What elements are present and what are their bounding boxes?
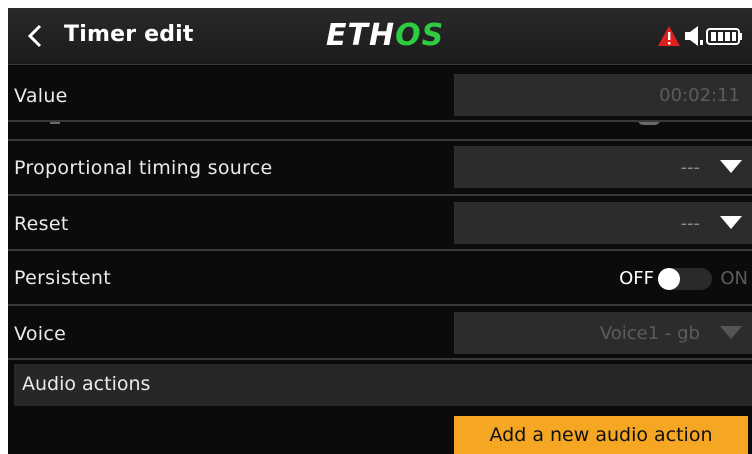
toggle-track[interactable] — [658, 268, 712, 290]
value-label: Value — [14, 85, 68, 107]
screen: Timer edit ETHOS Value 00:02:11 Proporti… — [8, 8, 752, 454]
value-field: 00:02:11 — [454, 74, 752, 116]
reset-row: Reset --- — [8, 202, 752, 246]
voice-label: Voice — [14, 323, 67, 345]
chevron-left-icon — [27, 24, 42, 48]
audio-actions-label: Audio actions — [22, 373, 151, 395]
dropdown-arrow-icon — [720, 216, 742, 229]
ethos-logo: ETHOS — [326, 18, 445, 53]
status-icons — [658, 25, 744, 47]
divider — [8, 358, 752, 360]
page-title: Timer edit — [64, 22, 194, 47]
divider — [8, 249, 752, 251]
battery-icon — [706, 28, 742, 45]
back-button[interactable] — [18, 20, 58, 52]
divider — [8, 120, 752, 122]
value-row: Value 00:02:11 — [8, 74, 752, 118]
header-bar: Timer edit ETHOS — [8, 8, 752, 65]
voice-row: Voice Voice1 - gb — [8, 312, 752, 356]
divider — [8, 194, 752, 196]
persistent-row: Persistent OFF ON — [8, 256, 752, 300]
proportional-source-dropdown[interactable]: --- — [454, 146, 752, 188]
toggle-knob — [658, 268, 680, 290]
toggle-off-label: OFF — [619, 268, 654, 289]
proportional-source-label: Proportional timing source — [14, 157, 273, 179]
voice-value: Voice1 - gb — [599, 323, 700, 344]
toggle-on-label: ON — [720, 268, 748, 289]
persistent-toggle[interactable]: OFF ON — [602, 256, 752, 300]
value-readout: 00:02:11 — [659, 85, 740, 106]
warning-icon — [658, 26, 680, 46]
reset-label: Reset — [14, 213, 69, 235]
reset-dropdown[interactable]: --- — [454, 202, 752, 244]
proportional-source-row: Proportional timing source --- — [8, 146, 752, 190]
dropdown-arrow-icon — [720, 326, 742, 339]
hidden-row-fragment — [8, 120, 752, 134]
persistent-label: Persistent — [14, 267, 111, 289]
dropdown-arrow-icon — [720, 160, 742, 173]
voice-dropdown: Voice1 - gb — [454, 312, 752, 354]
proportional-source-value: --- — [680, 157, 701, 178]
divider — [8, 304, 752, 306]
divider — [8, 139, 752, 141]
speaker-icon — [685, 26, 703, 46]
add-audio-action-button[interactable]: Add a new audio action — [454, 416, 748, 454]
reset-value: --- — [680, 213, 701, 234]
audio-actions-section: Audio actions — [14, 364, 752, 406]
